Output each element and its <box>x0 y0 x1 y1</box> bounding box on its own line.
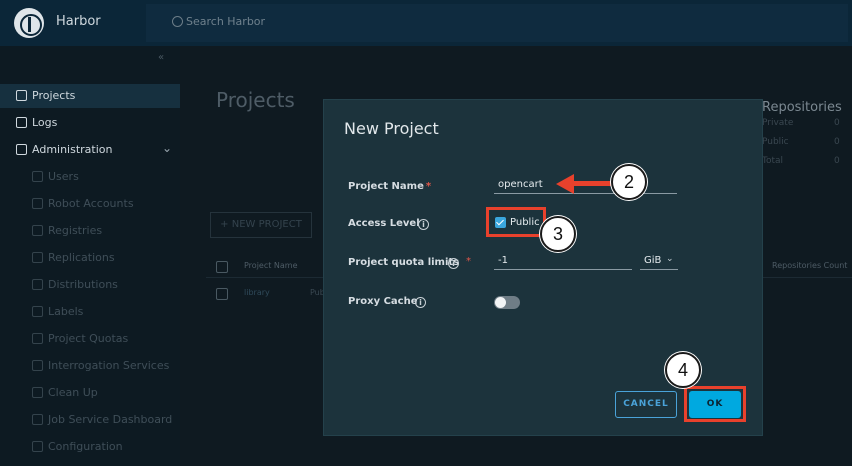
sidebar-item-labels[interactable]: Labels <box>0 300 180 324</box>
cleanup-icon <box>32 387 43 398</box>
sidebar-item-label: Distributions <box>48 278 118 291</box>
sidebar-item-label: Replications <box>48 251 115 264</box>
search-icon <box>172 16 183 27</box>
required-mark: * <box>425 181 432 192</box>
repositories-row-label: Public <box>762 137 789 147</box>
info-icon[interactable]: i <box>415 297 426 308</box>
ok-highlight-box <box>684 386 746 422</box>
column-header-repositories-count[interactable]: Repositories Count <box>772 261 847 270</box>
sidebar-item-robot-accounts[interactable]: Robot Accounts <box>0 192 180 216</box>
sidebar-item-projects[interactable]: Projects <box>0 84 180 108</box>
sidebar: « Projects Logs Administration ⌄ Users R… <box>0 46 180 466</box>
labels-icon <box>32 306 43 317</box>
arrow-head <box>556 174 574 194</box>
project-name-link[interactable]: library <box>244 288 270 297</box>
dashboard-icon <box>32 414 43 425</box>
projects-icon <box>16 90 27 101</box>
app-header: Harbor Search Harbor <box>0 0 852 46</box>
interrogation-icon <box>32 360 43 371</box>
cancel-button[interactable]: CANCEL <box>615 391 677 418</box>
sidebar-item-label: Users <box>48 170 79 183</box>
search-input[interactable]: Search Harbor <box>186 15 265 28</box>
repositories-row-value: 0 <box>834 118 840 128</box>
sidebar-item-label: Configuration <box>48 440 123 453</box>
sidebar-item-label: Robot Accounts <box>48 197 134 210</box>
arrow-shaft <box>570 181 614 186</box>
robot-icon <box>32 198 43 209</box>
sidebar-item-administration[interactable]: Administration ⌄ <box>0 138 180 162</box>
chevron-down-icon: ⌄ <box>162 141 173 155</box>
public-highlight-box <box>486 207 546 237</box>
app-title[interactable]: Harbor <box>56 14 101 29</box>
column-header-project-name[interactable]: Project Name <box>244 261 298 270</box>
registries-icon <box>32 225 43 236</box>
proxy-cache-label: Proxy Cache <box>348 296 418 307</box>
sidebar-item-users[interactable]: Users <box>0 165 180 189</box>
project-name-label: Project Name * <box>348 181 432 192</box>
repositories-summary: Repositories Private 0 Public 0 Total 0 <box>762 100 852 172</box>
sidebar-item-label: Labels <box>48 305 84 318</box>
configuration-icon <box>32 441 43 452</box>
harbor-logo-icon[interactable] <box>14 8 44 38</box>
sidebar-item-configuration[interactable]: Configuration <box>0 435 180 459</box>
quota-limit-input[interactable]: -1 <box>494 254 632 270</box>
sidebar-item-label: Registries <box>48 224 103 237</box>
sidebar-item-label: Clean Up <box>48 386 98 399</box>
repositories-row-label: Private <box>762 118 794 128</box>
administration-icon <box>16 144 27 155</box>
sidebar-item-label: Projects <box>32 89 76 102</box>
global-search[interactable]: Search Harbor <box>146 4 848 42</box>
chevron-down-icon: ⌄ <box>666 254 674 264</box>
page-title: Projects <box>216 88 295 112</box>
replications-icon <box>32 252 43 263</box>
info-icon[interactable]: i <box>418 219 429 230</box>
sidebar-item-registries[interactable]: Registries <box>0 219 180 243</box>
quota-unit-select[interactable]: GiB ⌄ <box>640 254 678 270</box>
sidebar-item-clean-up[interactable]: Clean Up <box>0 381 180 405</box>
sidebar-item-distributions[interactable]: Distributions <box>0 273 180 297</box>
proxy-cache-toggle[interactable] <box>494 296 520 309</box>
repositories-row-value: 0 <box>834 137 840 147</box>
sidebar-item-interrogation-services[interactable]: Interrogation Services <box>0 354 180 378</box>
sidebar-item-project-quotas[interactable]: Project Quotas <box>0 327 180 351</box>
dialog-title: New Project <box>344 119 439 138</box>
repositories-row-label: Total <box>762 156 784 166</box>
sidebar-item-job-service-dashboard[interactable]: Job Service Dashboard <box>0 408 180 432</box>
logs-icon <box>16 117 27 128</box>
access-level-label: Access Level <box>348 218 420 229</box>
sidebar-item-label: Logs <box>32 116 58 129</box>
repositories-row: Total 0 <box>762 156 852 172</box>
sidebar-item-replications[interactable]: Replications <box>0 246 180 270</box>
quotas-icon <box>32 333 43 344</box>
repositories-row: Public 0 <box>762 137 852 153</box>
required-mark: * <box>466 256 471 267</box>
sidebar-item-label: Project Quotas <box>48 332 129 345</box>
sidebar-item-label: Interrogation Services <box>48 359 170 372</box>
repositories-title: Repositories <box>762 100 842 115</box>
select-all-checkbox[interactable] <box>216 261 228 273</box>
sidebar-item-label: Administration <box>32 143 113 156</box>
repositories-row-value: 0 <box>834 156 840 166</box>
sidebar-item-logs[interactable]: Logs <box>0 111 180 135</box>
row-checkbox[interactable] <box>216 288 228 300</box>
step-badge: 2 <box>611 164 647 200</box>
repositories-row: Private 0 <box>762 118 852 134</box>
quota-limits-label: Project quota limits <box>348 257 460 268</box>
new-project-button[interactable]: + NEW PROJECT <box>210 212 312 238</box>
sidebar-item-label: Job Service Dashboard <box>48 413 173 426</box>
quota-unit-value: GiB <box>644 255 662 266</box>
step-badge: 4 <box>665 352 701 388</box>
info-icon[interactable]: i <box>448 258 459 269</box>
users-icon <box>32 171 43 182</box>
step-badge: 3 <box>540 216 576 252</box>
collapse-sidebar-icon[interactable]: « <box>158 52 164 63</box>
arrow-annotation <box>556 174 614 194</box>
distributions-icon <box>32 279 43 290</box>
